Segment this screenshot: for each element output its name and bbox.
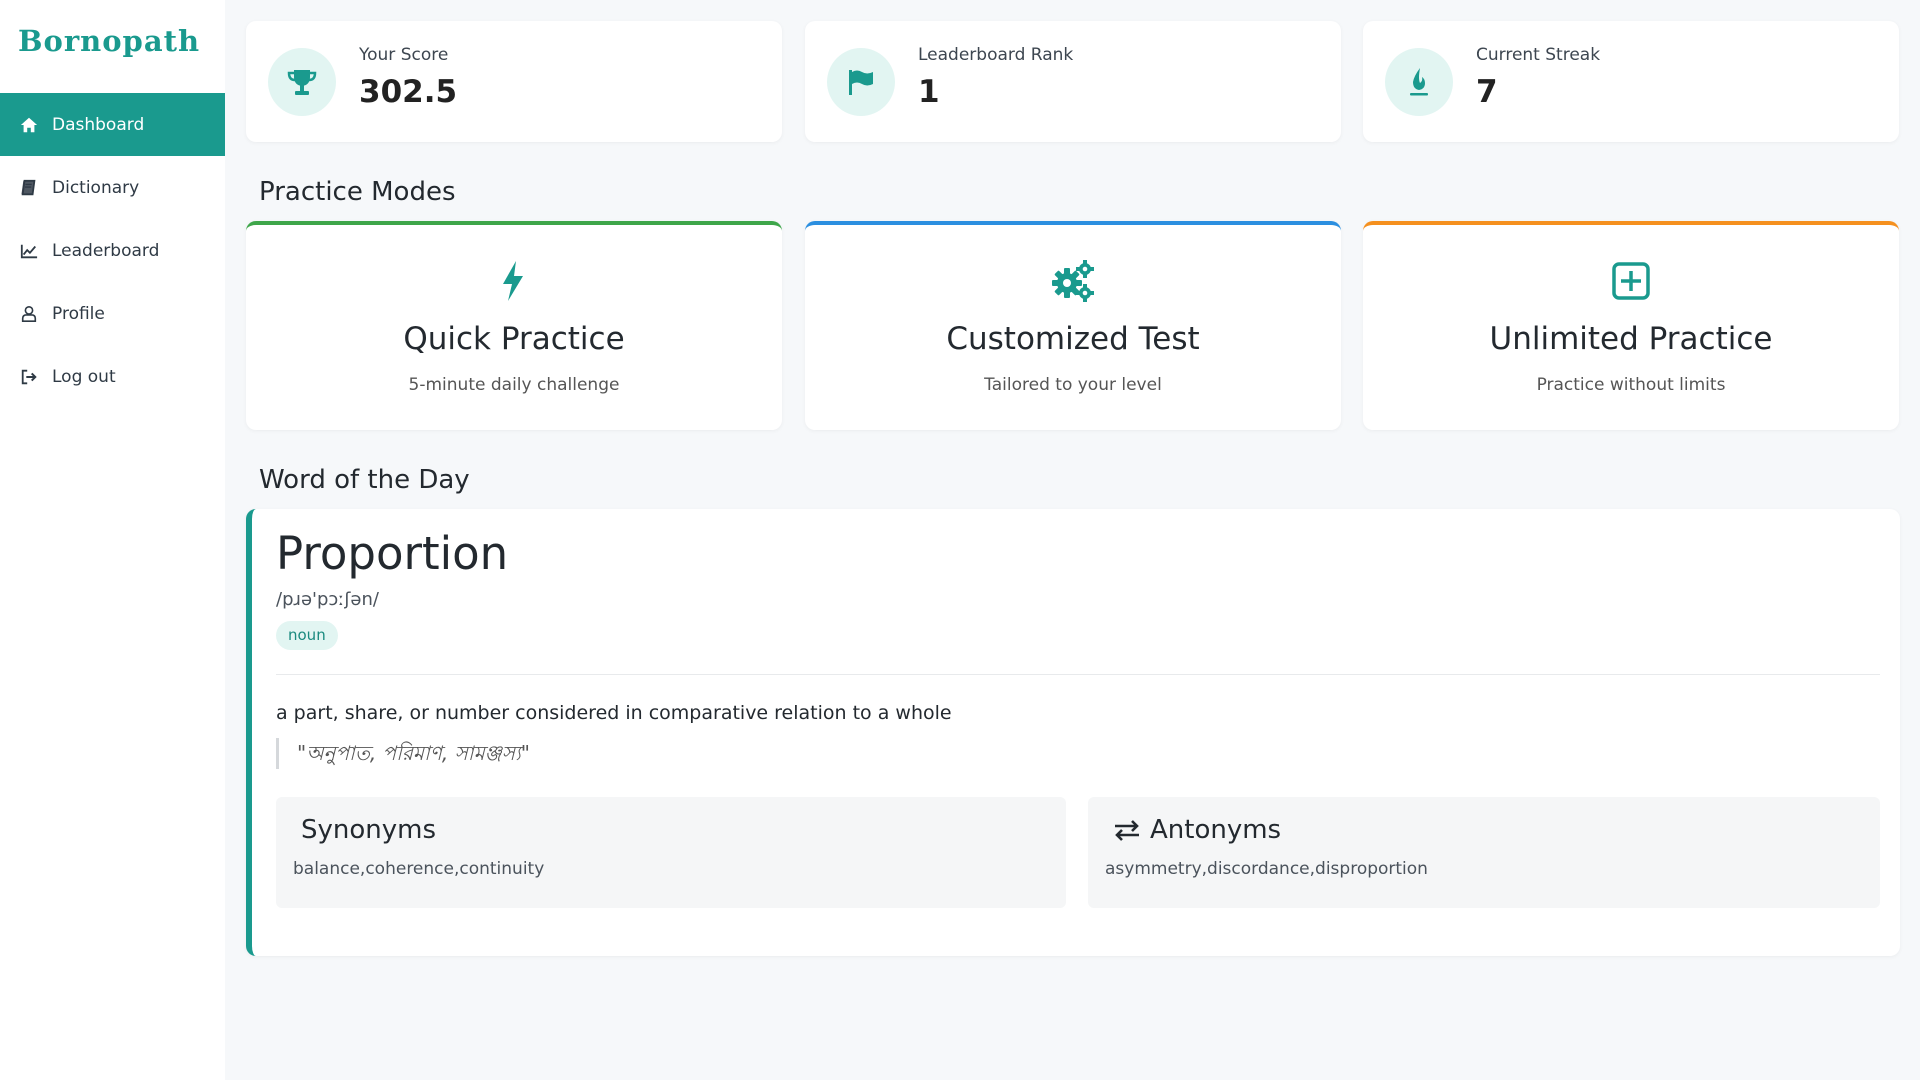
synonyms-box: Synonyms balance,coherence,continuity — [276, 797, 1066, 908]
sidebar: Bornopath Dashboard Dictionary Leaderboa… — [0, 0, 225, 1080]
streak-label: Current Streak — [1476, 45, 1601, 65]
flag-icon — [827, 48, 895, 116]
sidebar-item-profile[interactable]: Profile — [0, 282, 225, 345]
sign-out-icon — [19, 367, 39, 387]
bolt-icon — [246, 258, 782, 304]
antonyms-title: Antonyms — [1150, 815, 1282, 845]
customized-test-card[interactable]: Customized Test Tailored to your level — [805, 221, 1341, 430]
gears-icon — [805, 258, 1341, 304]
streak-card: Current Streak 7 — [1363, 21, 1899, 142]
antonyms-box: Antonyms asymmetry,discordance,dispropor… — [1088, 797, 1880, 908]
sidebar-item-dictionary[interactable]: Dictionary — [0, 156, 225, 219]
word-translation: "অনুপাত, পরিমাণ, সামঞ্জস্য" — [276, 738, 530, 769]
mode-subtitle: Tailored to your level — [984, 375, 1162, 395]
exchange-icon — [1115, 820, 1139, 841]
word-phonetic: /pɹə'pɔːʃən/ — [276, 589, 379, 610]
mode-subtitle: 5-minute daily challenge — [408, 375, 620, 395]
sidebar-item-label: Log out — [52, 366, 116, 387]
mode-title: Quick Practice — [403, 321, 625, 357]
sidebar-item-label: Profile — [52, 303, 105, 324]
score-card: Your Score 302.5 — [246, 21, 782, 142]
antonyms-list: asymmetry,discordance,disproportion — [1105, 859, 1428, 879]
fire-icon — [1385, 48, 1453, 116]
book-icon — [19, 178, 39, 198]
home-icon — [19, 115, 39, 135]
sidebar-item-leaderboard[interactable]: Leaderboard — [0, 219, 225, 282]
word-definition: a part, share, or number considered in c… — [276, 702, 952, 724]
rank-card: Leaderboard Rank 1 — [805, 21, 1341, 142]
synonyms-title: Synonyms — [301, 815, 437, 845]
sidebar-item-dashboard[interactable]: Dashboard — [0, 93, 225, 156]
sidebar-nav: Dashboard Dictionary Leaderboard Profile… — [0, 93, 225, 408]
mode-title: Unlimited Practice — [1489, 321, 1773, 357]
divider — [276, 674, 1880, 675]
rank-value: 1 — [918, 74, 940, 110]
rank-label: Leaderboard Rank — [918, 45, 1074, 65]
score-value: 302.5 — [359, 74, 458, 110]
synonyms-list: balance,coherence,continuity — [293, 859, 545, 879]
trophy-icon — [268, 48, 336, 116]
sidebar-item-logout[interactable]: Log out — [0, 345, 225, 408]
mode-title: Customized Test — [946, 321, 1200, 357]
score-label: Your Score — [359, 45, 449, 65]
mode-subtitle: Practice without limits — [1536, 375, 1726, 395]
streak-value: 7 — [1476, 74, 1498, 110]
unlimited-practice-card[interactable]: Unlimited Practice Practice without limi… — [1363, 221, 1899, 430]
sidebar-item-label: Dashboard — [52, 114, 145, 135]
chart-line-icon — [19, 241, 39, 261]
word-of-day-card: Proportion /pɹə'pɔːʃən/ noun a part, sha… — [246, 509, 1900, 956]
word-headword: Proportion — [276, 527, 509, 580]
practice-modes-title: Practice Modes — [259, 177, 456, 207]
user-icon — [19, 304, 39, 324]
sidebar-item-label: Leaderboard — [52, 240, 160, 261]
brand-logo[interactable]: Bornopath — [18, 24, 200, 58]
quick-practice-card[interactable]: Quick Practice 5-minute daily challenge — [246, 221, 782, 430]
plus-square-icon — [1363, 258, 1899, 304]
part-of-speech-badge: noun — [276, 621, 338, 650]
sidebar-item-label: Dictionary — [52, 177, 140, 198]
word-of-day-title: Word of the Day — [259, 465, 470, 495]
antonyms-header: Antonyms — [1113, 815, 1281, 845]
